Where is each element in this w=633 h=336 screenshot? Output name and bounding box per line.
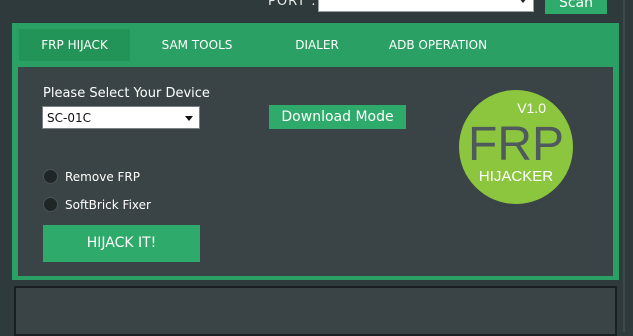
hijack-it-button[interactable]: HIJACK IT! [43, 225, 200, 262]
port-label: PORT : [268, 0, 317, 9]
tab-adb-operation[interactable]: ADB OPERATION [378, 29, 498, 61]
radio-button[interactable] [43, 197, 58, 212]
logo-subtitle: HIJACKER [479, 168, 553, 185]
download-mode-button[interactable]: Download Mode [269, 105, 406, 129]
port-select[interactable] [318, 0, 534, 12]
tab-bar: FRP HIJACK SAM TOOLS DIALER ADB OPERATIO… [12, 23, 619, 67]
frp-hijack-panel: Please Select Your Device SC-01C Downloa… [18, 67, 613, 276]
remove-frp-label: Remove FRP [65, 170, 140, 184]
divider [623, 0, 625, 332]
chevron-down-icon [185, 116, 193, 121]
tab-frp-hijack[interactable]: FRP HIJACK [19, 29, 130, 61]
frp-hijacker-logo: V1.0 FRP HIJACKER [459, 90, 573, 204]
device-select[interactable]: SC-01C [42, 106, 200, 129]
main-frame: FRP HIJACK SAM TOOLS DIALER ADB OPERATIO… [12, 23, 619, 280]
device-select-value: SC-01C [47, 111, 91, 125]
softbrick-fixer-label: SoftBrick Fixer [65, 198, 151, 212]
window-right-edge [619, 0, 633, 332]
top-bar: PORT : Scan [0, 0, 633, 20]
logo-title: FRP [468, 118, 564, 171]
logo-version: V1.0 [517, 100, 546, 116]
chevron-down-icon [519, 0, 527, 3]
log-output-area [14, 286, 617, 336]
tab-sam-tools[interactable]: SAM TOOLS [147, 29, 247, 61]
tab-dialer[interactable]: DIALER [280, 29, 354, 61]
device-select-label: Please Select Your Device [43, 86, 210, 101]
scan-button[interactable]: Scan [545, 0, 607, 14]
radio-button[interactable] [43, 169, 58, 184]
